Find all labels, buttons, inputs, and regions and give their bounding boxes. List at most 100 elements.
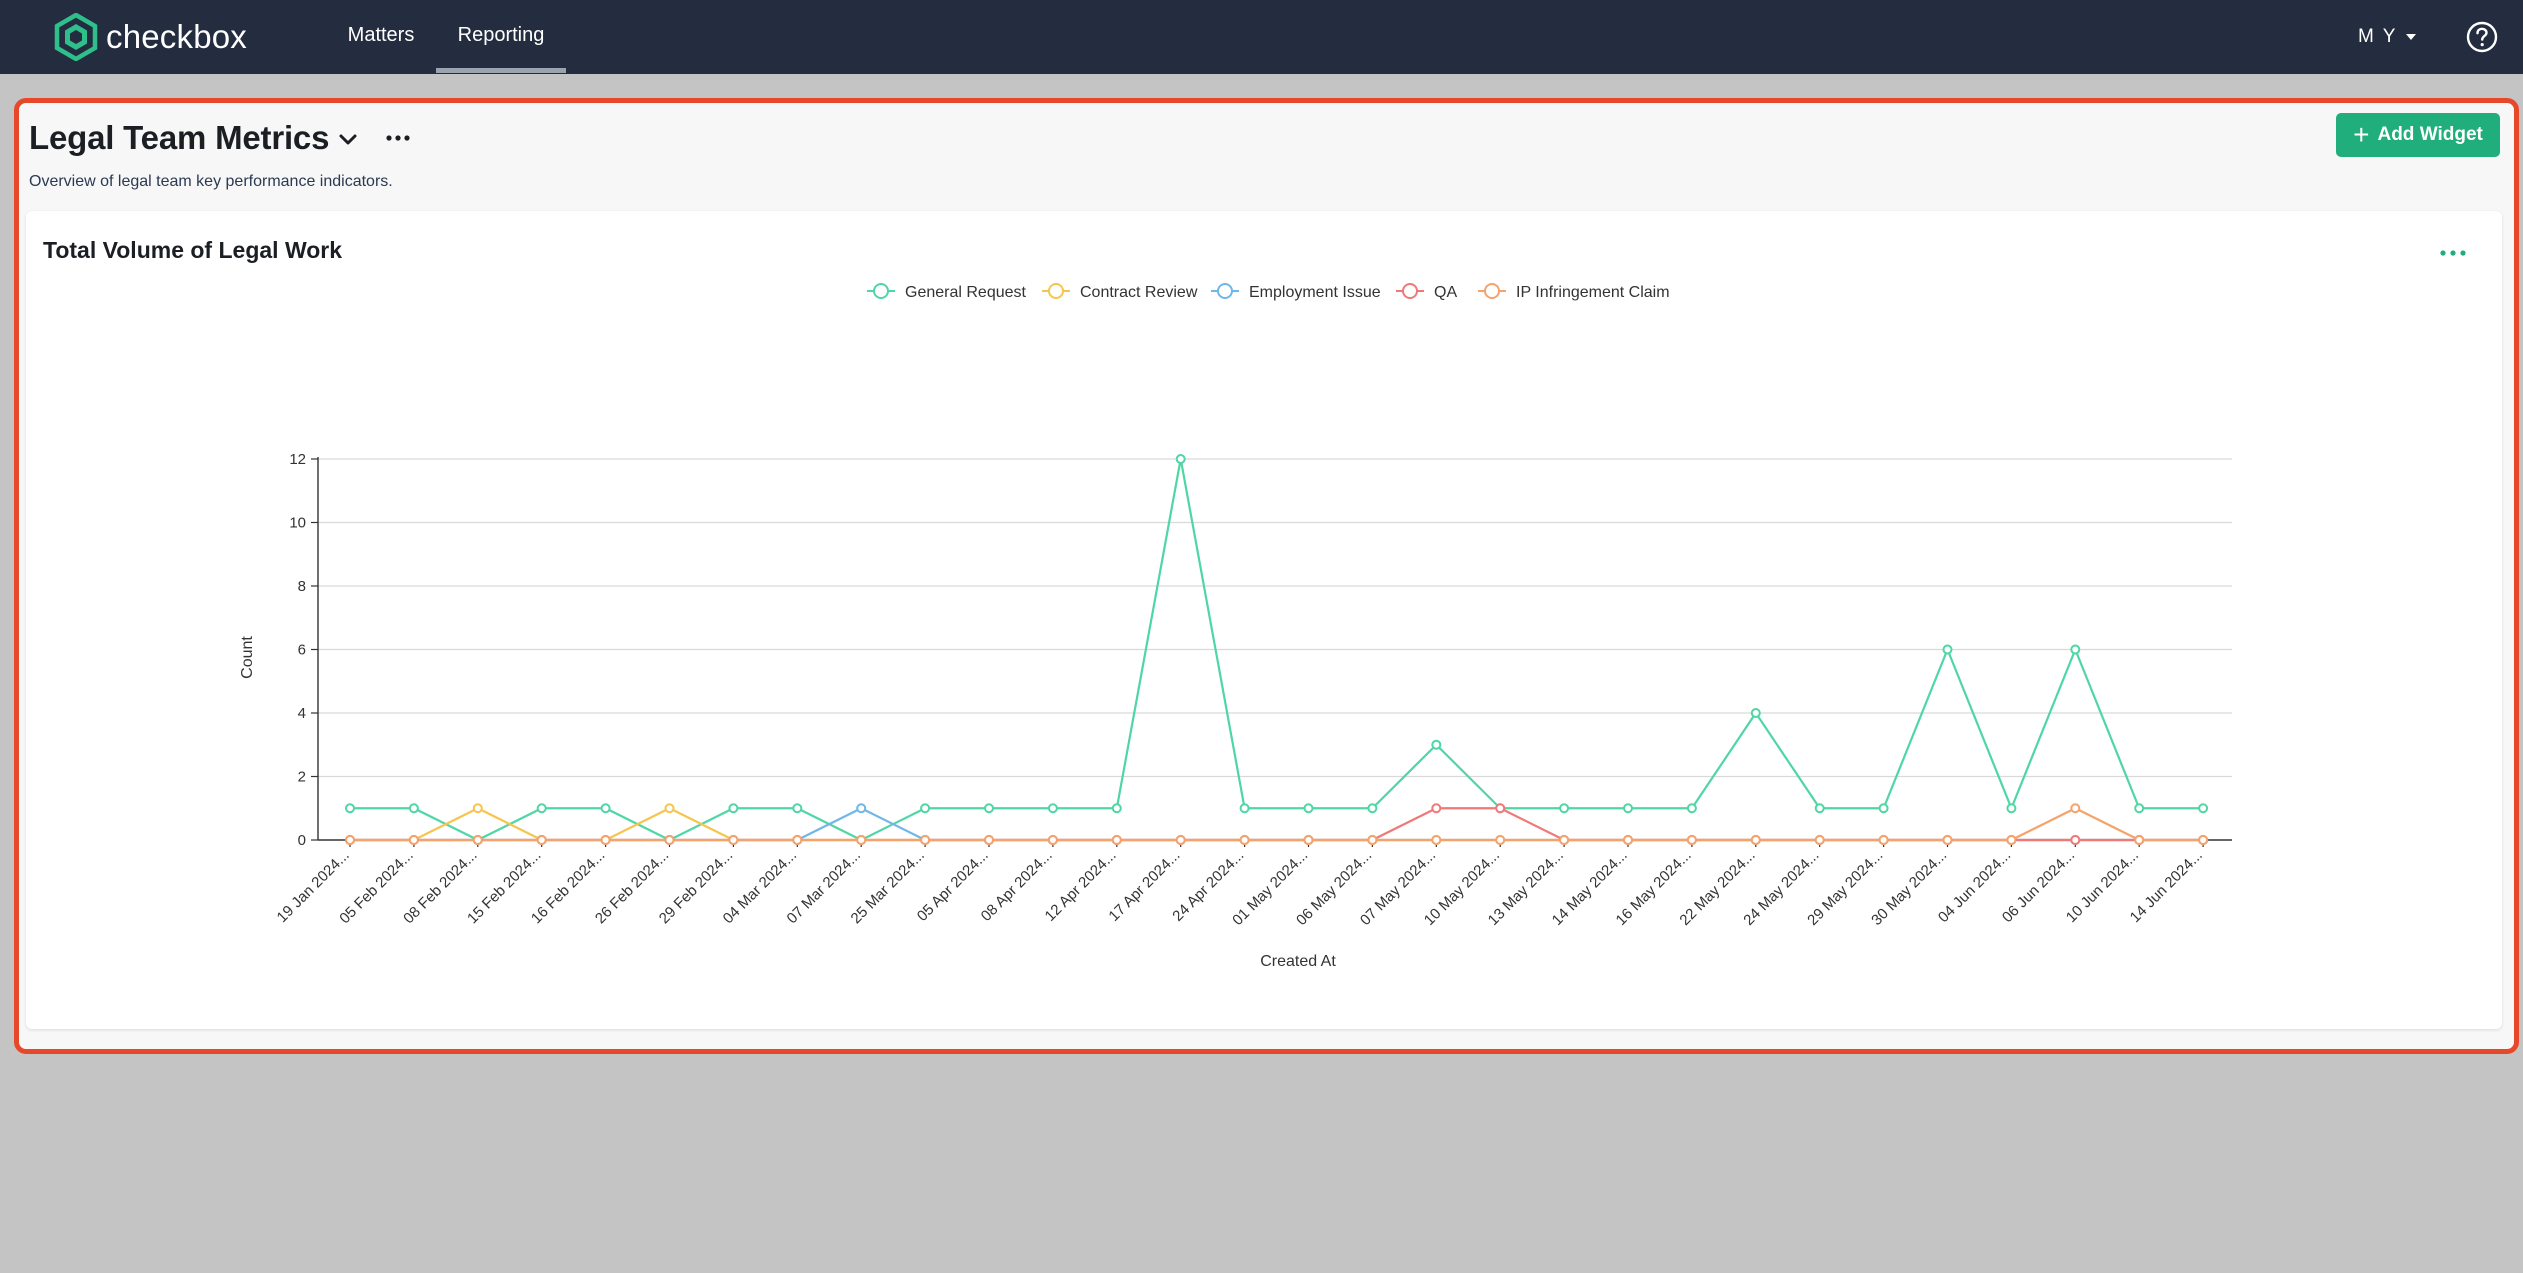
legend-label: QA	[1434, 284, 1457, 301]
data-point	[2070, 835, 2081, 845]
nav-matters[interactable]: Matters	[334, 0, 428, 74]
y-tick-label: 6	[298, 642, 306, 659]
legend-item[interactable]: Contract Review	[1042, 283, 1198, 301]
series-line	[350, 807, 2204, 842]
y-tick-label: 4	[298, 705, 306, 722]
legend-marker	[1402, 283, 1418, 299]
data-point	[1750, 708, 1761, 718]
user-initials: M Y	[2358, 26, 2398, 47]
nav-reporting[interactable]: Reporting	[436, 0, 566, 74]
y-tick-label: 2	[298, 769, 306, 786]
data-point	[1686, 835, 1697, 845]
data-point	[2070, 644, 2081, 655]
data-point	[472, 803, 483, 814]
top-nav-bar: checkbox Matters Reporting M Y	[0, 0, 2523, 74]
dashboard-panel: Legal Team Metrics Overview of legal tea…	[14, 98, 2519, 1054]
data-point	[1111, 803, 1122, 814]
legend-marker	[1484, 283, 1500, 299]
legend-label: General Request	[905, 284, 1027, 301]
legend-label: Employment Issue	[1249, 284, 1381, 301]
data-point	[856, 835, 867, 845]
data-point	[728, 803, 739, 814]
data-point	[600, 803, 611, 814]
series-line	[350, 807, 2204, 842]
help-icon[interactable]	[2465, 20, 2499, 54]
data-point	[2134, 835, 2145, 845]
legend-item[interactable]: Employment Issue	[1211, 283, 1381, 301]
line-chart: 02468101219 Jan 2024...05 Feb 2024...08 …	[239, 283, 2232, 970]
data-point	[1303, 835, 1314, 845]
legend-marker	[1048, 283, 1064, 299]
legend-marker	[873, 283, 889, 299]
legend-label: Contract Review	[1080, 284, 1198, 301]
y-tick-label: 0	[298, 832, 306, 849]
data-point	[1431, 835, 1442, 845]
data-point	[408, 835, 419, 845]
data-point	[1367, 803, 1378, 814]
dashboard-title[interactable]: Legal Team Metrics	[29, 119, 329, 157]
data-point	[408, 803, 419, 814]
data-point	[664, 803, 675, 814]
dashboard-more-icon[interactable]	[381, 123, 415, 153]
caret-down-icon	[2406, 34, 2417, 40]
data-point	[728, 835, 739, 845]
legend-marker	[1217, 283, 1233, 299]
data-point	[920, 835, 931, 845]
data-point	[1239, 803, 1250, 814]
series-line	[350, 807, 2204, 842]
data-point	[1175, 835, 1186, 845]
data-point	[1878, 803, 1889, 814]
data-point	[1814, 803, 1825, 814]
data-point	[472, 835, 483, 845]
data-point	[345, 803, 355, 814]
data-point	[1686, 803, 1697, 814]
data-point	[1559, 835, 1570, 845]
y-tick-label: 8	[298, 578, 306, 595]
data-point	[1431, 803, 1442, 814]
logo-text: checkbox	[106, 18, 248, 55]
legend-item[interactable]: IP Infringement Claim	[1478, 283, 1670, 301]
dashboard-description: Overview of legal team key performance i…	[29, 173, 393, 190]
data-point	[2006, 803, 2017, 814]
data-point	[536, 803, 547, 814]
data-point	[2070, 803, 2081, 814]
y-tick-label: 10	[289, 515, 306, 532]
x-axis-label: Created At	[1260, 953, 1336, 970]
data-point	[984, 803, 994, 814]
data-point	[1814, 835, 1825, 845]
data-point	[1047, 835, 1058, 845]
data-point	[1623, 835, 1633, 845]
data-point	[1623, 803, 1633, 814]
data-point	[1942, 835, 1953, 845]
series-line	[350, 807, 2204, 842]
widget-card: Total Volume of Legal Work 0 2 4 6 8 10 12 19 J…	[26, 211, 2502, 1029]
data-point	[856, 803, 867, 814]
data-point	[664, 835, 675, 845]
data-point	[920, 803, 931, 814]
legend-item[interactable]: General Request	[867, 283, 1027, 301]
data-point	[2198, 835, 2209, 845]
data-point	[2006, 835, 2017, 845]
add-widget-label: Add Widget	[2377, 124, 2483, 145]
legend-label: IP Infringement Claim	[1516, 284, 1670, 301]
y-tick-label: 12	[289, 451, 306, 468]
data-point	[2198, 803, 2209, 814]
data-point	[1750, 835, 1761, 845]
data-point	[1559, 803, 1570, 814]
data-point	[1047, 803, 1058, 814]
add-widget-button[interactable]: + Add Widget	[2336, 113, 2500, 157]
user-menu[interactable]: M Y	[2358, 22, 2417, 52]
data-point	[1367, 835, 1378, 845]
data-point	[1303, 803, 1314, 814]
data-point	[600, 835, 611, 845]
data-point	[1175, 454, 1186, 464]
chevron-down-icon[interactable]	[335, 127, 361, 153]
data-point	[1111, 835, 1122, 845]
data-point	[345, 835, 355, 845]
legend-item[interactable]: QA	[1396, 283, 1457, 301]
checkbox-logo[interactable]: checkbox	[54, 12, 247, 62]
data-point	[1942, 644, 1953, 655]
data-point	[1878, 835, 1889, 845]
nav-active-indicator	[436, 68, 566, 73]
data-point	[1495, 803, 1506, 814]
